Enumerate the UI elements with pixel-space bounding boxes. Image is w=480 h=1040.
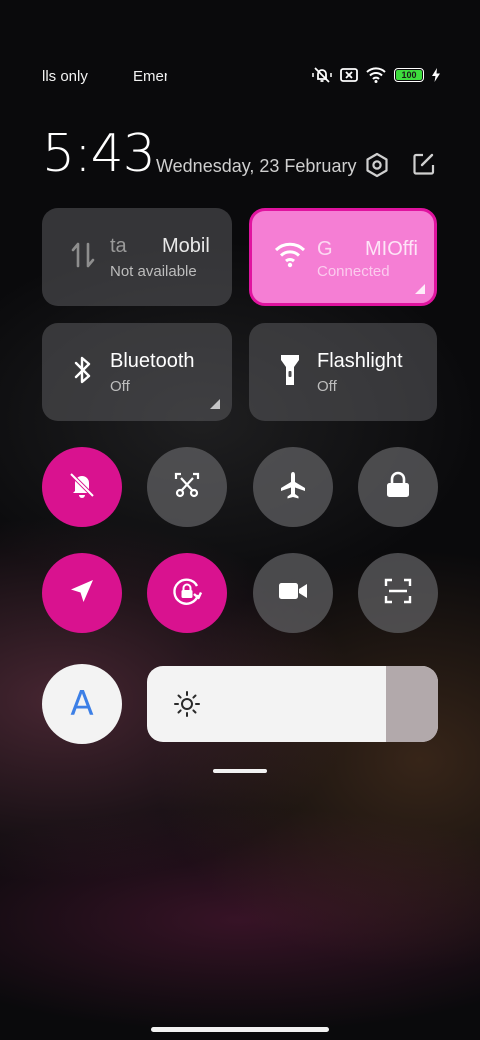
flashlight-title: Flashlight: [317, 350, 403, 372]
battery-level-text: 100: [401, 70, 417, 80]
sun-icon: [173, 690, 201, 718]
wifi-tile[interactable]: G MIOffi Connected: [249, 208, 437, 306]
wifi-expand-corner[interactable]: [415, 284, 425, 294]
bluetooth-expand-corner[interactable]: [210, 399, 220, 409]
flashlight-tile[interactable]: Flashlight Off: [249, 323, 437, 421]
control-center-header: 5:43 Wednesday, 23 February: [42, 124, 440, 184]
screenshot-toggle[interactable]: [147, 447, 227, 527]
date-text: Wednesday, 23 February: [156, 156, 357, 176]
edit-icon[interactable]: [412, 152, 438, 178]
carrier-status-text: lls only: [42, 68, 88, 85]
rotation-lock-icon: [170, 574, 204, 613]
wifi-icon: [366, 67, 386, 83]
wifi-icon: [273, 238, 307, 272]
bluetooth-tile[interactable]: Bluetooth Off: [42, 323, 232, 421]
scissors-screenshot-icon: [172, 470, 202, 505]
bluetooth-title: Bluetooth: [110, 350, 195, 372]
mute-vibrate-icon: [312, 66, 332, 84]
auto-brightness-label: A: [70, 684, 94, 724]
auto-brightness-button[interactable]: A: [42, 664, 122, 744]
flashlight-status: Off: [317, 378, 337, 395]
mobile-data-title-a: ta: [110, 235, 127, 257]
screen-recorder-toggle[interactable]: [253, 553, 333, 633]
wifi-title-a: G: [317, 238, 333, 260]
panel-drag-handle[interactable]: [213, 769, 267, 773]
lock-screen-toggle[interactable]: [358, 447, 438, 527]
location-toggle[interactable]: [42, 553, 122, 633]
mobile-data-status: Not available: [110, 263, 197, 280]
brightness-slider[interactable]: [147, 666, 438, 742]
bluetooth-icon: [66, 353, 100, 387]
scanner-toggle[interactable]: [358, 553, 438, 633]
emergency-status-text: Emergency: [133, 68, 167, 85]
airplane-mode-toggle[interactable]: [253, 447, 333, 527]
brightness-slider-remaining: [385, 666, 438, 742]
rotation-lock-toggle[interactable]: [147, 553, 227, 633]
lock-icon: [385, 471, 411, 504]
no-sim-icon: [340, 67, 358, 83]
mobile-data-arrows-icon: [66, 238, 100, 272]
wifi-status: Connected: [317, 263, 390, 280]
status-icons: 100: [312, 66, 440, 84]
bluetooth-status: Off: [110, 378, 130, 395]
wifi-title-b: MIOffi: [365, 238, 418, 260]
location-arrow-icon: [68, 577, 96, 610]
bell-off-icon: [67, 470, 97, 505]
video-camera-icon: [278, 580, 308, 607]
status-bar: lls only Emergency 100: [0, 62, 480, 90]
battery-icon: 100: [394, 68, 424, 82]
scan-icon: [384, 577, 412, 610]
charging-bolt-icon: [432, 68, 440, 82]
clock: 5:43: [42, 124, 156, 184]
flashlight-icon: [273, 353, 307, 387]
mobile-data-title-b: Mobil: [162, 235, 210, 257]
silent-toggle[interactable]: [42, 447, 122, 527]
mobile-data-tile[interactable]: ta Mobil Not available: [42, 208, 232, 306]
home-indicator[interactable]: [151, 1027, 329, 1032]
airplane-icon: [278, 470, 308, 505]
settings-icon[interactable]: [364, 152, 390, 178]
